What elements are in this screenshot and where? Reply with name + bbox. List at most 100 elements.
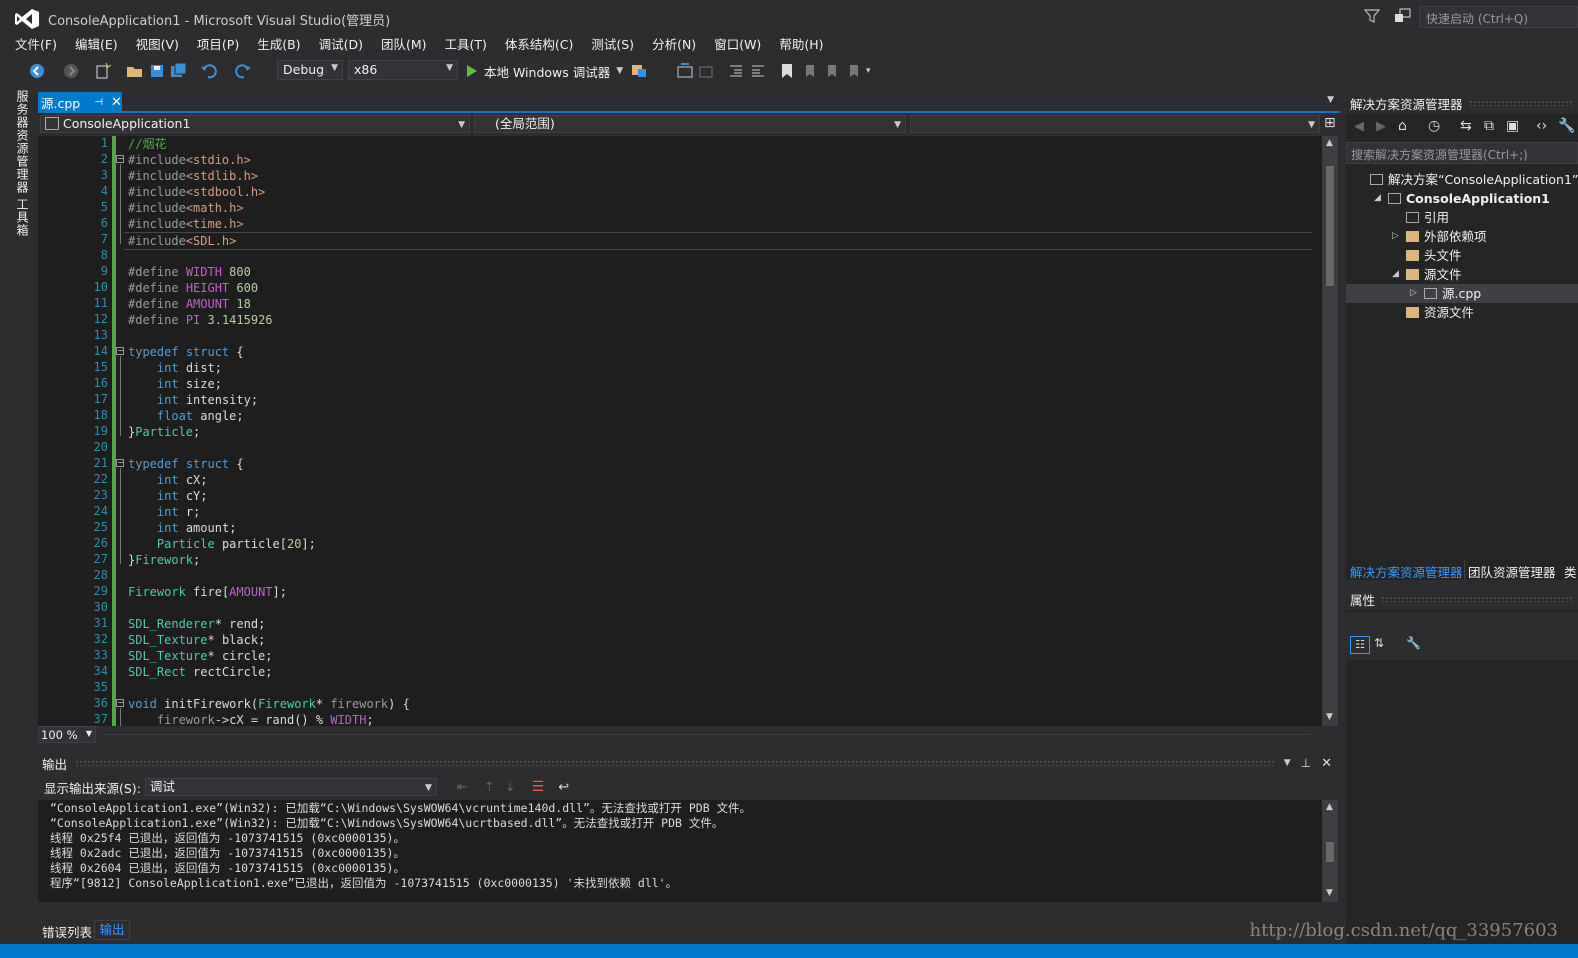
scroll-down-icon[interactable]: ▼ — [1326, 712, 1333, 722]
scroll-thumb[interactable] — [1326, 166, 1334, 286]
save-icon[interactable] — [149, 62, 165, 80]
outdent-icon[interactable] — [750, 62, 766, 80]
code-line[interactable]: #define PI 3.1415926 — [128, 312, 273, 328]
feedback-icon[interactable] — [1394, 8, 1412, 24]
menu-test[interactable]: 测试(S) — [582, 34, 643, 56]
sync-icon[interactable]: ⇆ — [1460, 118, 1472, 134]
quick-launch-input[interactable]: 快速启动 (Ctrl+Q) — [1419, 6, 1578, 28]
navigate-forward-icon[interactable] — [62, 62, 80, 80]
code-line[interactable]: #include<time.h> — [128, 216, 244, 232]
start-debugging-button[interactable]: 本地 Windows 调试器 ▼ — [466, 62, 623, 80]
collapse-region-icon[interactable]: − — [116, 459, 124, 467]
zoom-select[interactable]: 100 % ▼ — [38, 726, 96, 743]
step-into-icon[interactable] — [676, 62, 694, 80]
redo-icon[interactable] — [234, 62, 252, 80]
menu-file[interactable]: 文件(F) — [6, 34, 66, 56]
toolbar-overflow-icon[interactable]: ▾ — [866, 66, 871, 76]
categorized-icon[interactable]: ☷ — [1350, 636, 1370, 654]
menu-edit[interactable]: 编辑(E) — [66, 34, 127, 56]
code-line[interactable]: #define WIDTH 800 — [128, 264, 251, 280]
output-source-select[interactable]: 调试 ▼ — [144, 778, 437, 796]
expand-arrow-icon[interactable]: ◢ — [1392, 265, 1399, 284]
code-line[interactable]: int amount; — [128, 520, 237, 536]
code-line[interactable]: Particle particle[20]; — [128, 536, 316, 552]
clear-bookmarks-icon[interactable] — [846, 62, 862, 80]
solution-tree-item[interactable]: ▷ 源.cpp — [1346, 284, 1578, 303]
view-code-icon[interactable]: ‹› — [1536, 118, 1547, 134]
split-window-icon[interactable]: ⊞ — [1324, 115, 1336, 131]
code-line[interactable]: int r; — [128, 504, 200, 520]
menu-window[interactable]: 窗口(W) — [705, 34, 770, 56]
tab-source-cpp[interactable]: 源.cpp ⊣ ✕ — [38, 92, 122, 112]
code-line[interactable]: typedef struct { — [128, 456, 244, 472]
menu-team[interactable]: 团队(M) — [372, 34, 436, 56]
menu-view[interactable]: 视图(V) — [127, 34, 188, 56]
server-explorer-tab[interactable]: 服务器资源管理器 — [14, 90, 31, 194]
solution-tree-item[interactable]: 解决方案“ConsoleApplication1”(1 — [1346, 170, 1578, 189]
expand-arrow-icon[interactable]: ◢ — [1374, 189, 1381, 208]
code-line[interactable]: #include<stdio.h> — [128, 152, 251, 168]
find-message-icon[interactable]: ⇤ — [457, 780, 468, 795]
code-line[interactable]: SDL_Renderer* rend; — [128, 616, 265, 632]
output-text-area[interactable]: “ConsoleApplication1.exe”(Win32): 已加载“C:… — [38, 800, 1322, 902]
code-line[interactable]: float angle; — [128, 408, 244, 424]
tab-team-explorer[interactable]: 团队资源管理器 — [1468, 562, 1556, 581]
collapse-all-icon[interactable]: ⧉ — [1484, 118, 1494, 134]
pin-icon[interactable]: ⊥ — [1301, 756, 1311, 770]
browser-link-icon[interactable] — [630, 62, 648, 80]
code-line[interactable]: }Firework; — [128, 552, 200, 568]
filter-icon[interactable] — [1364, 8, 1380, 24]
bookmark-icon[interactable] — [780, 62, 794, 80]
home-icon[interactable]: ⌂ — [1398, 118, 1407, 134]
undo-icon[interactable] — [200, 62, 218, 80]
code-line[interactable]: #include<math.h> — [128, 200, 244, 216]
code-line[interactable]: #define AMOUNT 18 — [128, 296, 251, 312]
collapse-region-icon[interactable]: − — [116, 699, 124, 707]
menu-debug[interactable]: 调试(D) — [310, 34, 372, 56]
forward-icon[interactable]: ▶ — [1376, 119, 1386, 134]
save-all-icon[interactable] — [170, 62, 188, 80]
code-line[interactable]: #include<SDL.h> — [124, 232, 1312, 250]
solution-tree-item[interactable]: ◢ ConsoleApplication1 — [1346, 189, 1578, 208]
properties-wrench-icon[interactable]: 🔧 — [1558, 118, 1575, 134]
solution-configuration-select[interactable]: Debug ▼ — [277, 60, 343, 80]
menu-project[interactable]: 项目(P) — [188, 34, 248, 56]
expand-arrow-icon[interactable]: ▷ — [1410, 284, 1417, 303]
clear-all-icon[interactable]: ☰ — [532, 779, 545, 795]
code-line[interactable]: //烟花 — [128, 136, 166, 152]
close-icon[interactable]: ✕ — [111, 95, 122, 110]
tab-error-list[interactable]: 错误列表 — [42, 922, 92, 941]
output-horizontal-scrollbar[interactable] — [38, 902, 1322, 918]
solution-tree-item[interactable]: 头文件 — [1346, 246, 1578, 265]
collapse-region-icon[interactable]: − — [116, 347, 124, 355]
code-line[interactable]: #include<stdlib.h> — [128, 168, 258, 184]
solution-explorer-search-input[interactable]: 搜索解决方案资源管理器(Ctrl+;) — [1346, 142, 1578, 164]
previous-message-icon[interactable]: ⇡ — [484, 780, 495, 795]
code-line[interactable]: int size; — [128, 376, 222, 392]
alphabetical-icon[interactable]: ⇅ — [1374, 636, 1384, 650]
close-icon[interactable]: ✕ — [1321, 756, 1332, 771]
pending-changes-icon[interactable]: ◷ — [1428, 118, 1440, 134]
chevron-down-icon[interactable]: ▼ — [1284, 758, 1291, 768]
solution-tree-item[interactable]: 资源文件 — [1346, 303, 1578, 322]
code-line[interactable]: int dist; — [128, 360, 222, 376]
scope-dropdown[interactable]: (全局范围) ▼ — [474, 115, 906, 133]
tab-class-view[interactable]: 类 — [1564, 562, 1577, 581]
scroll-down-icon[interactable]: ▼ — [1326, 888, 1333, 898]
solution-tree-item[interactable]: 引用 — [1346, 208, 1578, 227]
back-icon[interactable]: ◀ — [1354, 119, 1364, 134]
member-dropdown[interactable]: ▼ — [910, 115, 1320, 133]
horizontal-scrollbar[interactable] — [104, 734, 1310, 735]
tab-output[interactable]: 输出 — [94, 920, 130, 940]
scroll-thumb[interactable] — [1326, 842, 1334, 862]
code-line[interactable]: SDL_Texture* black; — [128, 632, 265, 648]
indent-icon[interactable] — [728, 62, 744, 80]
code-line[interactable]: typedef struct { — [128, 344, 244, 360]
properties-object-select[interactable] — [1346, 612, 1578, 634]
code-line[interactable]: #define HEIGHT 600 — [128, 280, 258, 296]
scroll-up-icon[interactable]: ▲ — [1326, 802, 1333, 812]
step-over-icon[interactable] — [698, 62, 714, 80]
code-line[interactable]: SDL_Rect rectCircle; — [128, 664, 273, 680]
menu-build[interactable]: 生成(B) — [248, 34, 309, 56]
tab-overflow-icon[interactable]: ▼ — [1327, 95, 1334, 105]
